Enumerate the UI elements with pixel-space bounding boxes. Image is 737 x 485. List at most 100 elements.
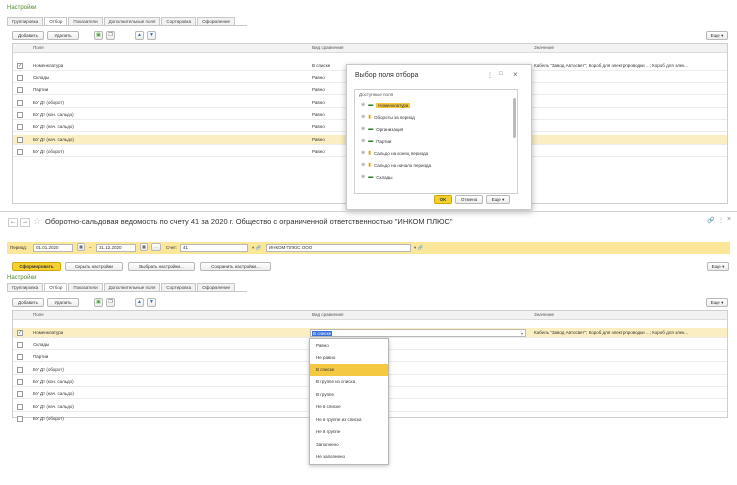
bottom-tab-grouping[interactable]: Группировка bbox=[7, 283, 44, 291]
top-tab-grouping[interactable]: Группировка bbox=[7, 17, 44, 25]
menu-dots-icon[interactable]: ⋮ bbox=[718, 217, 724, 224]
field-icon: ▬ bbox=[368, 102, 374, 108]
top-tab-extra-fields[interactable]: Дополнительные поля bbox=[103, 17, 161, 25]
tree-scrollbar[interactable] bbox=[513, 98, 516, 138]
dropdown-option[interactable]: В группе из списка bbox=[310, 376, 388, 388]
tree-item-batches[interactable]: ⊕ ▬ Партии bbox=[361, 136, 391, 146]
expand-icon[interactable]: ⊕ bbox=[361, 102, 365, 108]
tree-item-turnover[interactable]: ⊕ ▮ Обороты за период bbox=[361, 112, 415, 122]
date-from-field[interactable]: 01.01.2020 bbox=[33, 244, 73, 252]
organization-field[interactable]: ИНКОМ ПЛЮС ООО bbox=[266, 244, 411, 252]
top-move-up-icon[interactable]: ▲ bbox=[135, 31, 144, 40]
bottom-tab-sorting[interactable]: Сортировка bbox=[161, 283, 197, 291]
choose-settings-button[interactable]: Выбрать настройки... bbox=[128, 262, 195, 271]
top-delete-button[interactable]: Удалить bbox=[47, 31, 79, 40]
link-icon[interactable]: 🔗 bbox=[707, 217, 714, 224]
bottom-move-up-icon[interactable]: ▲ bbox=[135, 298, 144, 307]
dialog-close-icon[interactable]: × bbox=[513, 70, 518, 79]
calendar-to-icon[interactable]: ▦ bbox=[140, 243, 148, 251]
expand-icon[interactable]: ⊕ bbox=[361, 126, 365, 132]
bottom-tab-filter[interactable]: Отбор bbox=[44, 283, 68, 291]
row-checkbox[interactable] bbox=[17, 391, 23, 397]
back-arrow-icon[interactable]: ← bbox=[8, 218, 18, 227]
expand-icon[interactable]: ⊕ bbox=[361, 138, 365, 144]
period-select-button[interactable]: … bbox=[151, 243, 161, 251]
top-tab-design[interactable]: Оформление bbox=[197, 17, 236, 25]
row-checkbox[interactable] bbox=[17, 379, 23, 385]
top-move-down-icon[interactable]: ▼ bbox=[147, 31, 156, 40]
calendar-from-icon[interactable]: ▦ bbox=[77, 243, 85, 251]
dropdown-option[interactable]: Равно bbox=[310, 340, 388, 352]
org-dropdown-icon[interactable]: ▾ 🔗 bbox=[414, 245, 423, 251]
tree-item-organization[interactable]: ⊕ ▬ Организация bbox=[361, 124, 403, 134]
forward-arrow-icon[interactable]: → bbox=[20, 218, 30, 227]
top-group-add-icon[interactable]: ▣ bbox=[94, 31, 103, 40]
dialog-menu-icon[interactable]: ⋮ bbox=[487, 72, 493, 79]
expand-icon[interactable]: ⊕ bbox=[361, 114, 365, 120]
save-settings-button[interactable]: Сохранить настройки... bbox=[200, 262, 271, 271]
row-checkbox[interactable] bbox=[17, 100, 23, 106]
expand-icon[interactable]: ⊕ bbox=[361, 150, 365, 156]
row-checkbox[interactable] bbox=[17, 149, 23, 155]
account-field[interactable]: 41 bbox=[180, 244, 248, 252]
bottom-move-down-icon[interactable]: ▼ bbox=[147, 298, 156, 307]
dropdown-option[interactable]: Не в списке bbox=[310, 401, 388, 413]
dropdown-option[interactable]: Заполнено bbox=[310, 439, 388, 451]
tree-item-warehouses[interactable]: ⊕ ▬ Склады bbox=[361, 172, 392, 182]
bottom-copy-icon[interactable]: ❐ bbox=[106, 298, 115, 307]
row-checkbox[interactable] bbox=[17, 404, 23, 410]
account-dropdown-icon[interactable]: ▾ 🔗 bbox=[252, 245, 261, 251]
row-checkbox[interactable]: ✓ bbox=[17, 63, 23, 69]
row-checkbox[interactable] bbox=[17, 75, 23, 81]
row-checkbox[interactable] bbox=[17, 416, 23, 422]
row-checkbox[interactable] bbox=[17, 367, 23, 373]
top-tab-filter[interactable]: Отбор bbox=[44, 17, 68, 25]
expand-icon[interactable]: ⊕ bbox=[361, 174, 365, 180]
top-copy-icon[interactable]: ❐ bbox=[106, 31, 115, 40]
bottom-tab-indicators[interactable]: Показатели bbox=[68, 283, 103, 291]
favorite-star-icon[interactable]: ☆ bbox=[33, 216, 41, 227]
expand-icon[interactable]: ⊕ bbox=[361, 162, 365, 168]
tree-item-nomenclature[interactable]: ⊕ ▬ Номенклатура bbox=[361, 100, 411, 110]
close-icon[interactable]: × bbox=[727, 216, 731, 223]
bottom-tab-extra-fields[interactable]: Дополнительные поля bbox=[103, 283, 161, 291]
hide-settings-button[interactable]: Скрыть настройки bbox=[65, 262, 123, 271]
row-checkbox[interactable] bbox=[17, 124, 23, 130]
dropdown-option[interactable]: Не в группе из списка bbox=[310, 414, 388, 426]
bottom-add-button[interactable]: Добавить bbox=[12, 298, 44, 307]
bottom-group-add-icon[interactable]: ▣ bbox=[94, 298, 103, 307]
dialog-more-button[interactable]: Еще ▾ bbox=[486, 195, 510, 204]
row-field: БУ Дт (оборот) bbox=[33, 100, 64, 105]
top-more-button[interactable]: Еще ▾ bbox=[706, 31, 728, 40]
tree-item-end-balance[interactable]: ⊕ ▮ Сальдо на конец периода bbox=[361, 148, 428, 158]
comparison-select[interactable]: В списке bbox=[310, 329, 526, 337]
row-checkbox[interactable] bbox=[17, 342, 23, 348]
row-comparison: Равно bbox=[312, 87, 325, 92]
dropdown-option[interactable]: Не равно bbox=[310, 352, 388, 364]
report-more-button[interactable]: Еще ▾ bbox=[707, 262, 729, 271]
row-checkbox[interactable] bbox=[17, 112, 23, 118]
row-checkbox[interactable]: ✓ bbox=[17, 330, 23, 336]
bottom-delete-button[interactable]: Удалить bbox=[47, 298, 79, 307]
tree-item-start-balance[interactable]: ⊕ ▮ Сальдо на начало периода bbox=[361, 160, 431, 170]
dropdown-option[interactable]: В группе bbox=[310, 389, 388, 401]
generate-button[interactable]: Сформировать bbox=[12, 262, 61, 271]
dialog-cancel-button[interactable]: Отмена bbox=[455, 195, 483, 204]
bottom-tab-design[interactable]: Оформление bbox=[197, 283, 236, 291]
date-to-field[interactable]: 31.12.2020 bbox=[96, 244, 136, 252]
top-add-button[interactable]: Добавить bbox=[12, 31, 44, 40]
dropdown-option-selected[interactable]: В списке bbox=[310, 364, 388, 376]
top-tab-sorting[interactable]: Сортировка bbox=[161, 17, 197, 25]
dialog-maximize-icon[interactable]: □ bbox=[499, 71, 503, 77]
top-tab-indicators[interactable]: Показатели bbox=[68, 17, 103, 25]
table-row-selected[interactable]: ✓ Номенклатура В списке ▾ Кабель "Завод … bbox=[13, 328, 727, 338]
chevron-down-icon[interactable]: ▾ bbox=[521, 331, 523, 336]
dialog-ok-button[interactable]: OK bbox=[434, 195, 452, 204]
row-checkbox[interactable] bbox=[17, 354, 23, 360]
row-checkbox[interactable] bbox=[17, 137, 23, 143]
bottom-more-button[interactable]: Еще ▾ bbox=[706, 298, 728, 307]
row-checkbox[interactable] bbox=[17, 87, 23, 93]
dropdown-option[interactable]: Не в группе bbox=[310, 426, 388, 438]
dropdown-option[interactable]: Не заполнено bbox=[310, 451, 388, 463]
comparison-select-value: В списке bbox=[312, 331, 333, 336]
